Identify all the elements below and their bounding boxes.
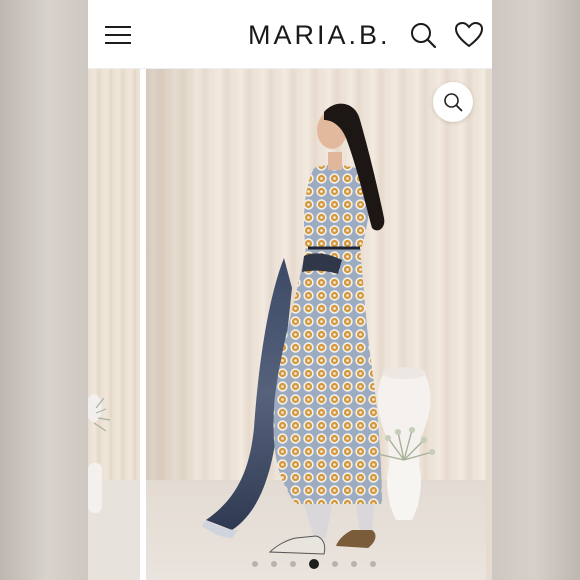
next-slide-peek[interactable] — [486, 68, 492, 580]
previous-slide-peek[interactable] — [88, 68, 140, 580]
brand-logo[interactable]: MARIA.B. — [248, 20, 391, 51]
app-screen: MARIA.B. — [88, 0, 492, 580]
slide-dot[interactable] — [370, 561, 376, 567]
slide-dot[interactable] — [290, 561, 296, 567]
slide-dot[interactable] — [252, 561, 258, 567]
vase-decor — [375, 367, 435, 520]
heart-icon[interactable] — [454, 20, 484, 50]
site-header: MARIA.B. — [88, 0, 492, 69]
hamburger-menu-icon[interactable] — [105, 24, 131, 44]
product-image-gallery[interactable] — [88, 68, 492, 580]
product-photo-main[interactable] — [146, 68, 486, 580]
slide-dot[interactable] — [332, 561, 338, 567]
search-icon[interactable] — [408, 20, 438, 50]
zoom-button[interactable] — [433, 82, 473, 122]
slide-dot[interactable] — [271, 561, 277, 567]
magnifier-zoom-icon — [444, 93, 463, 112]
slide-dot[interactable] — [351, 561, 357, 567]
slide-dot-active[interactable] — [309, 559, 319, 569]
slide-indicator-dots — [88, 558, 492, 570]
